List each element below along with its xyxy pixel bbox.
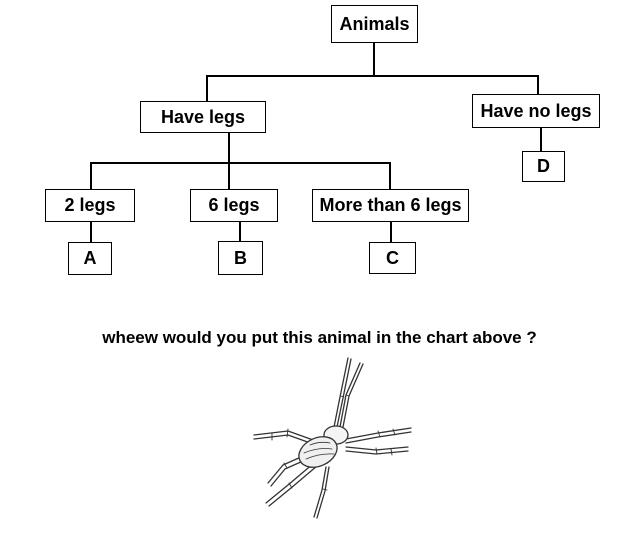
- leaf-b: B: [218, 241, 263, 275]
- connector-2-legs-to-a: [90, 221, 92, 243]
- connector-6-legs-to-b: [239, 221, 241, 242]
- connector-to-6-legs: [228, 162, 230, 190]
- node-animals: Animals: [331, 5, 418, 43]
- connector-to-2-legs: [90, 162, 92, 190]
- node-have-no-legs: Have no legs: [472, 94, 600, 128]
- spider-icon: [253, 357, 412, 519]
- connector-level2-horizontal: [90, 162, 390, 164]
- question-text: wheew would you put this animal in the c…: [102, 328, 537, 347]
- leaf-c: C: [369, 242, 416, 274]
- node-2-legs: 2 legs: [45, 189, 135, 222]
- connector-no-legs-to-d: [540, 127, 542, 152]
- connector-root-down: [373, 42, 375, 76]
- connector-have-legs-down: [228, 132, 230, 163]
- connector-level1-horizontal: [206, 75, 538, 77]
- connector-more-than-6-to-c: [390, 221, 392, 243]
- node-more-than-6-legs: More than 6 legs: [312, 189, 469, 222]
- node-have-legs: Have legs: [140, 101, 266, 133]
- connector-to-more-than-6: [389, 162, 391, 190]
- node-6-legs: 6 legs: [190, 189, 278, 222]
- leaf-a: A: [68, 242, 112, 275]
- leaf-d: D: [522, 151, 565, 182]
- connector-to-have-legs: [206, 75, 208, 102]
- connector-to-have-no-legs: [537, 75, 539, 95]
